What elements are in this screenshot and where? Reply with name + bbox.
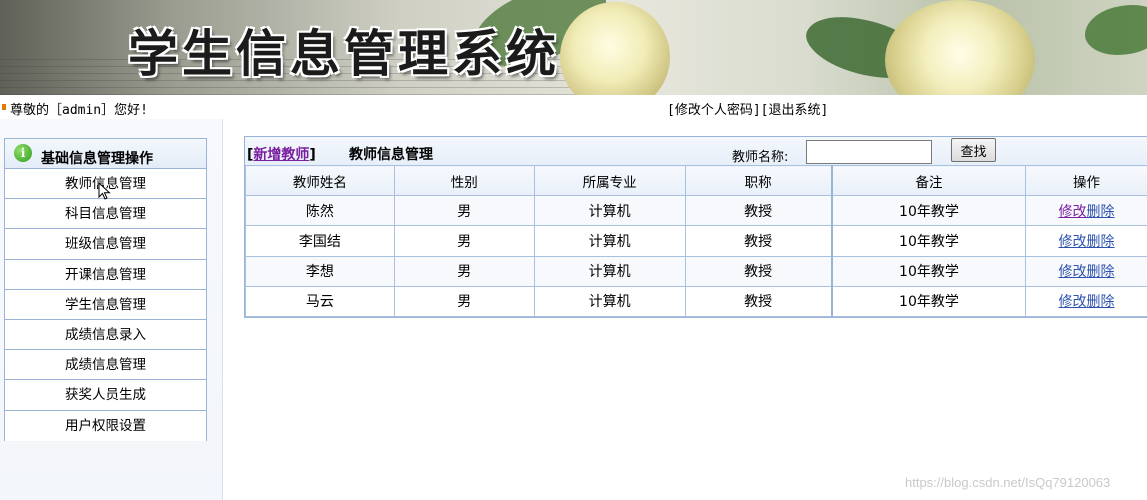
- cell-actions: 修改删除: [1025, 225, 1147, 257]
- banner-leaf-decoration: [1085, 5, 1147, 55]
- app-title: 学生信息管理系统: [128, 25, 560, 83]
- table-header-row: 教师姓名 性别 所属专业 职称 备注 操作: [245, 164, 1147, 197]
- edit-link[interactable]: 修改: [1059, 234, 1087, 250]
- sidebar-header: i 基础信息管理操作: [5, 139, 206, 169]
- cell-note: 10年教学: [830, 285, 1027, 317]
- sidebar-item-class-management[interactable]: 班级信息管理: [5, 229, 206, 260]
- banner-rose-decoration: [885, 0, 1035, 95]
- cell-title: 教授: [684, 285, 833, 317]
- mouse-cursor-icon: [98, 182, 111, 200]
- column-header-note: 备注: [830, 164, 1027, 197]
- sidebar-item-grade-entry[interactable]: 成绩信息录入: [5, 319, 206, 351]
- delete-link[interactable]: 删除: [1087, 204, 1115, 220]
- cell-actions: 修改删除: [1025, 255, 1147, 287]
- sidebar-item-course-management[interactable]: 开课信息管理: [5, 259, 206, 290]
- sidebar-item-award-generation[interactable]: 获奖人员生成: [5, 380, 206, 411]
- welcome-text: 尊敬的［admin］您好!: [10, 103, 148, 118]
- search-button[interactable]: 查找: [951, 138, 996, 162]
- edit-link[interactable]: 修改: [1059, 294, 1087, 310]
- table-row: 马云 男 计算机 教授 10年教学 修改删除: [245, 285, 1147, 317]
- column-header-name: 教师姓名: [245, 164, 395, 197]
- cell-major: 计算机: [533, 285, 686, 317]
- top-bar: 尊敬的［admin］您好! [修改个人密码][退出系统]: [0, 97, 1147, 118]
- bracket: ]: [309, 147, 316, 163]
- cell-title: 教授: [684, 255, 833, 287]
- bullet-icon: [2, 104, 6, 110]
- cell-title: 教授: [684, 195, 833, 227]
- edit-link[interactable]: 修改: [1059, 264, 1087, 280]
- cell-title: 教授: [684, 225, 833, 257]
- table-row: 李国结 男 计算机 教授 10年教学 修改删除: [245, 225, 1147, 257]
- cell-major: 计算机: [533, 225, 686, 257]
- column-header-actions: 操作: [1025, 164, 1147, 197]
- column-header-major: 所属专业: [533, 164, 686, 197]
- teacher-name-label: 教师名称:: [732, 150, 789, 165]
- teacher-management-panel: [新增教师] 教师信息管理 教师名称: 查找 教师姓名 性别 所属专业 职称 备…: [244, 136, 1147, 318]
- column-header-title: 职称: [684, 164, 833, 197]
- watermark-text: https://blog.csdn.net/IsQq79120063: [905, 475, 1111, 490]
- sidebar-item-subject-management[interactable]: 科目信息管理: [5, 199, 206, 230]
- cell-gender: 男: [393, 195, 535, 227]
- panel-toolbar: [新增教师] 教师信息管理 教师名称: 查找: [245, 137, 1147, 167]
- cell-actions: 修改删除: [1025, 195, 1147, 227]
- sidebar-item-student-management[interactable]: 学生信息管理: [5, 289, 206, 320]
- cell-gender: 男: [393, 225, 535, 257]
- sidebar-item-permission-settings[interactable]: 用户权限设置: [5, 410, 206, 441]
- sidebar-header-label: 基础信息管理操作: [41, 151, 153, 167]
- edit-link[interactable]: 修改: [1059, 204, 1087, 220]
- cell-note: 10年教学: [830, 225, 1027, 257]
- table-row: 陈然 男 计算机 教授 10年教学 修改删除: [245, 195, 1147, 227]
- cell-name: 李想: [245, 255, 395, 287]
- cell-major: 计算机: [533, 255, 686, 287]
- add-teacher-area: [新增教师]: [247, 144, 316, 164]
- delete-link[interactable]: 删除: [1087, 294, 1115, 310]
- cell-name: 李国结: [245, 225, 395, 257]
- sidebar-item-grade-management[interactable]: 成绩信息管理: [5, 350, 206, 381]
- change-password-link[interactable]: [修改个人密码]: [667, 103, 761, 118]
- account-links: [修改个人密码][退出系统]: [667, 99, 828, 118]
- logout-link[interactable]: [退出系统]: [761, 103, 829, 118]
- banner-rose-decoration: [560, 2, 670, 95]
- add-teacher-link[interactable]: 新增教师: [253, 147, 309, 163]
- panel-title: 教师信息管理: [349, 147, 433, 163]
- header-banner: 学生信息管理系统: [0, 0, 1147, 95]
- cell-actions: 修改删除: [1025, 285, 1147, 317]
- cell-note: 10年教学: [830, 255, 1027, 287]
- cell-gender: 男: [393, 255, 535, 287]
- cell-major: 计算机: [533, 195, 686, 227]
- cell-note: 10年教学: [830, 195, 1027, 227]
- column-header-gender: 性别: [393, 164, 535, 197]
- cell-gender: 男: [393, 285, 535, 317]
- info-icon: i: [14, 144, 32, 162]
- cell-name: 陈然: [245, 195, 395, 227]
- teacher-name-input[interactable]: [806, 140, 932, 164]
- cell-name: 马云: [245, 285, 395, 317]
- teacher-table: 教师姓名 性别 所属专业 职称 备注 操作 陈然 男 计算机 教授 10年教学 …: [245, 164, 1147, 317]
- delete-link[interactable]: 删除: [1087, 234, 1115, 250]
- table-row: 李想 男 计算机 教授 10年教学 修改删除: [245, 255, 1147, 287]
- delete-link[interactable]: 删除: [1087, 264, 1115, 280]
